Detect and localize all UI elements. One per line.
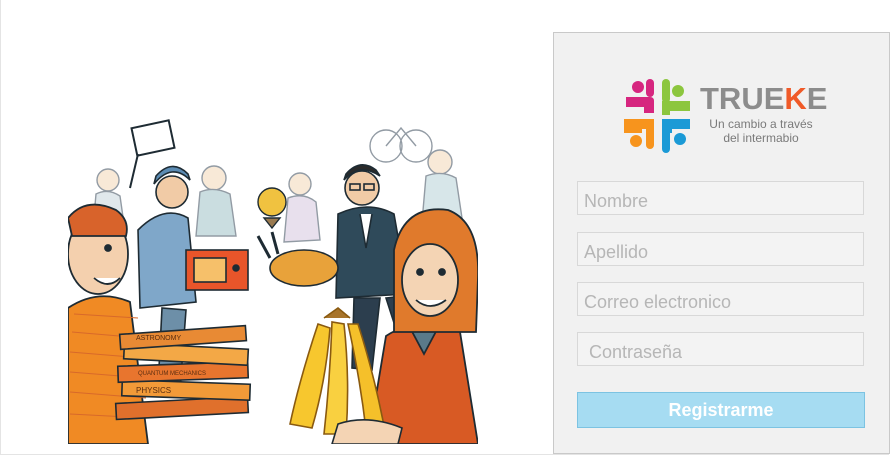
apellido-input[interactable]	[577, 232, 864, 266]
registrarme-button[interactable]: Registrarme	[577, 392, 865, 428]
correo-input[interactable]	[577, 282, 864, 316]
brand-name-k: K	[784, 81, 807, 116]
brand-logo: TRUEKE Un cambio a través del intermabio	[622, 73, 832, 157]
nombre-input[interactable]	[577, 181, 864, 215]
truke-people-icon	[624, 79, 690, 153]
brand-name: TRUEKE	[700, 83, 827, 114]
brand-name-end: E	[806, 81, 828, 116]
tagline-line-1: Un cambio a través	[709, 117, 813, 131]
book-title-quantum: QUANTUM MECHANICS	[138, 371, 206, 377]
book-title-physics: PHYSICS	[136, 386, 171, 395]
contrasena-input[interactable]	[577, 332, 864, 366]
illustration-drawing: PHYSICS QUANTUM MECHANICS ASTRONOMY	[68, 119, 478, 444]
bartering-illustration: PHYSICS QUANTUM MECHANICS ASTRONOMY	[68, 118, 478, 444]
registration-panel: TRUEKE Un cambio a través del intermabio…	[553, 32, 890, 454]
book-title-astronomy: ASTRONOMY	[136, 335, 181, 342]
brand-tagline: Un cambio a través del intermabio	[706, 117, 816, 145]
brand-name-start: TRUE	[700, 81, 785, 116]
tagline-line-2: del intermabio	[723, 131, 799, 145]
